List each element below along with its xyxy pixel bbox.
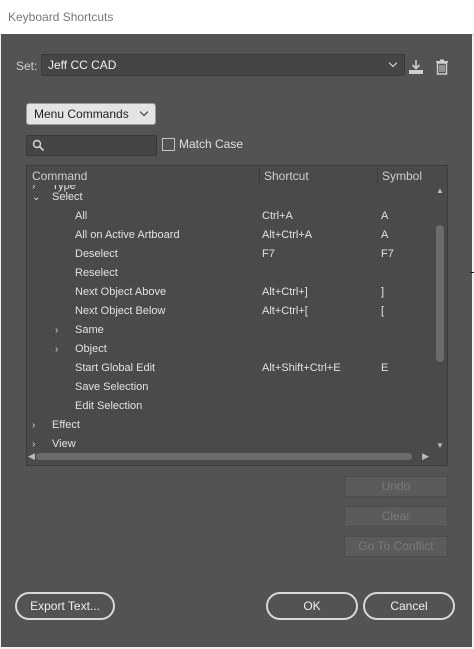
table-body: › Type ⌄ Select All Ctrl+A A All on Active Artb… xyxy=(27,185,433,451)
command-cell: View xyxy=(52,438,76,450)
command-cell: Effect xyxy=(52,419,80,431)
table-row[interactable]: All Ctrl+A A xyxy=(27,207,433,226)
category-dropdown-value: Menu Commands xyxy=(34,107,129,121)
shortcut-cell[interactable]: Alt+Shift+Ctrl+E xyxy=(262,362,341,374)
command-cell: All xyxy=(75,210,88,222)
set-label: Set: xyxy=(16,59,38,73)
shortcut-cell[interactable]: Alt+Ctrl+] xyxy=(262,286,308,298)
match-case-label: Match Case xyxy=(179,137,244,151)
match-case-checkbox[interactable] xyxy=(162,138,175,151)
column-header-symbol[interactable]: Symbol xyxy=(382,169,422,183)
scroll-left-arrow-icon[interactable]: ◀ xyxy=(28,451,35,462)
command-cell: Next Object Below xyxy=(75,305,166,317)
table-row[interactable]: Save Selection xyxy=(27,378,433,397)
scroll-right-arrow-icon[interactable]: ▶ xyxy=(422,451,429,462)
command-cell: Next Object Above xyxy=(75,286,167,298)
shortcut-cell[interactable]: Alt+Ctrl+A xyxy=(262,229,312,241)
horizontal-scroll-thumb[interactable] xyxy=(36,453,412,460)
shortcut-cell[interactable]: Ctrl+A xyxy=(262,210,293,222)
symbol-cell[interactable]: A xyxy=(381,210,388,222)
table-row[interactable]: › Same xyxy=(27,321,433,340)
table-row[interactable]: Edit Selection xyxy=(27,397,433,416)
category-dropdown[interactable]: Menu Commands xyxy=(26,103,156,125)
undo-button[interactable]: Undo xyxy=(344,476,448,497)
search-field[interactable] xyxy=(26,135,157,156)
shortcuts-table: Command Shortcut Symbol › Type ⌄ Select All C… xyxy=(26,165,448,466)
cancel-button[interactable]: Cancel xyxy=(363,592,455,620)
window-title: Keyboard Shortcuts xyxy=(8,10,114,24)
table-row[interactable]: Next Object Below Alt+Ctrl+[ [ xyxy=(27,302,433,321)
command-cell: Edit Selection xyxy=(75,400,143,412)
table-row[interactable]: Reselect xyxy=(27,264,433,283)
chevron-down-icon xyxy=(139,107,149,117)
scroll-down-arrow-icon[interactable]: ▼ xyxy=(436,441,444,450)
vertical-scrollbar[interactable]: ▲ ▼ xyxy=(434,185,446,451)
column-divider[interactable] xyxy=(259,168,260,183)
chevron-right-icon[interactable]: › xyxy=(55,325,58,336)
table-row[interactable]: ⌄ Select xyxy=(27,188,433,207)
command-cell: Object xyxy=(75,343,107,355)
command-cell: Same xyxy=(75,324,104,336)
command-cell: Deselect xyxy=(75,248,118,260)
go-to-conflict-button[interactable]: Go To Conflict xyxy=(344,536,448,557)
ok-button[interactable]: OK xyxy=(266,592,358,620)
search-input[interactable] xyxy=(47,137,151,153)
command-cell: Save Selection xyxy=(75,381,149,393)
table-row[interactable]: › View xyxy=(27,435,433,451)
divider xyxy=(470,272,474,273)
keyboard-shortcuts-dialog: Set: Jeff CC CAD Menu Commands Match Cas… xyxy=(1,34,472,647)
symbol-cell[interactable]: A xyxy=(381,229,388,241)
vertical-scroll-thumb[interactable] xyxy=(436,225,444,362)
command-cell: Start Global Edit xyxy=(75,362,156,374)
chevron-down-icon[interactable]: ⌄ xyxy=(32,192,40,203)
table-header: Command Shortcut Symbol xyxy=(27,166,447,185)
title-bar: Keyboard Shortcuts xyxy=(0,0,474,35)
table-row[interactable]: › Object xyxy=(27,340,433,359)
clear-button[interactable]: Clear xyxy=(344,506,448,527)
chevron-down-icon xyxy=(388,58,398,68)
command-cell: Reselect xyxy=(75,267,118,279)
chevron-right-icon[interactable]: › xyxy=(32,439,35,450)
set-dropdown-value: Jeff CC CAD xyxy=(48,58,117,72)
chevron-right-icon[interactable]: › xyxy=(55,344,58,355)
table-row[interactable]: › Effect xyxy=(27,416,433,435)
table-row[interactable]: All on Active Artboard Alt+Ctrl+A A xyxy=(27,226,433,245)
export-text-button[interactable]: Export Text... xyxy=(15,592,115,620)
command-cell: Select xyxy=(52,191,83,203)
set-dropdown[interactable]: Jeff CC CAD xyxy=(41,54,405,76)
symbol-cell[interactable]: [ xyxy=(381,305,384,317)
table-row[interactable]: Deselect F7 F7 xyxy=(27,245,433,264)
column-header-command[interactable]: Command xyxy=(32,169,87,183)
table-row[interactable]: Next Object Above Alt+Ctrl+]] xyxy=(27,283,433,302)
save-set-icon[interactable] xyxy=(407,58,425,76)
symbol-cell[interactable]: E xyxy=(381,362,388,374)
shortcut-cell[interactable]: F7 xyxy=(262,248,275,260)
horizontal-scrollbar[interactable]: ◀ ▶ xyxy=(27,451,434,463)
column-divider[interactable] xyxy=(377,168,378,183)
shortcut-cell[interactable]: Alt+Ctrl+[ xyxy=(262,305,308,317)
search-icon xyxy=(32,139,45,152)
symbol-cell[interactable]: F7 xyxy=(381,248,394,260)
symbol-cell[interactable]: ] xyxy=(381,286,384,298)
command-cell: All on Active Artboard xyxy=(75,229,180,241)
trash-icon[interactable] xyxy=(433,58,451,76)
scroll-up-arrow-icon[interactable]: ▲ xyxy=(436,186,444,195)
column-header-shortcut[interactable]: Shortcut xyxy=(264,169,309,183)
chevron-right-icon[interactable]: › xyxy=(32,420,35,431)
table-row[interactable]: Start Global Edit Alt+Shift+Ctrl+E E xyxy=(27,359,433,378)
